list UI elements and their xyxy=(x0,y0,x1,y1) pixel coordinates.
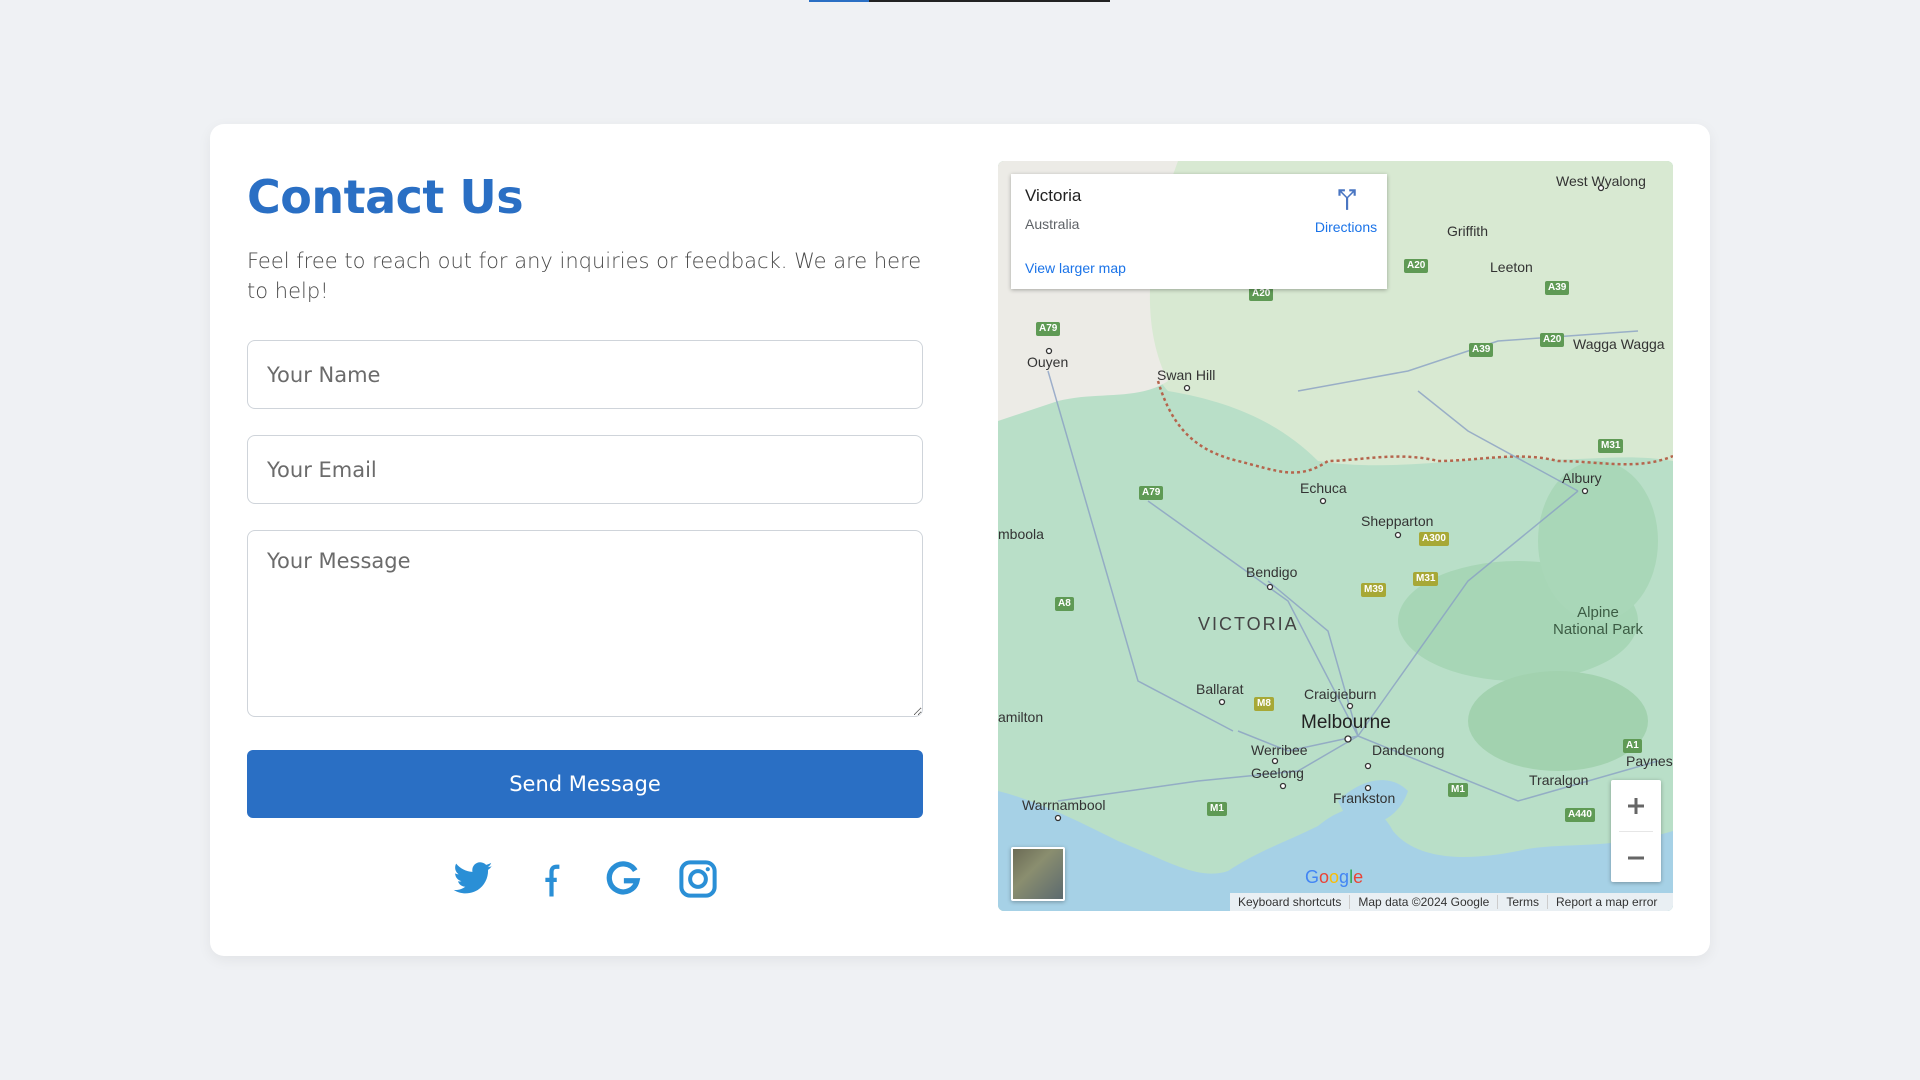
directions-icon xyxy=(1338,189,1356,210)
city-label: Griffith xyxy=(1447,223,1488,239)
road-shield: A20 xyxy=(1404,259,1429,273)
city-label: Albury xyxy=(1562,470,1602,486)
plus-icon xyxy=(1628,797,1644,814)
directions-label: Directions xyxy=(1314,219,1378,235)
city-label-melbourne: Melbourne xyxy=(1301,712,1391,733)
city-label: Bendigo xyxy=(1246,564,1298,580)
contact-card: Contact Us Feel free to reach out for an… xyxy=(210,124,1710,956)
region-label: VICTORIA xyxy=(1198,614,1299,634)
road-shield: A440 xyxy=(1565,808,1595,822)
city-label: Craigieburn xyxy=(1304,686,1377,702)
minus-icon xyxy=(1628,856,1644,859)
road-shield: M31 xyxy=(1413,572,1439,586)
map-place-region: Australia xyxy=(1025,216,1080,232)
road-shield: M1 xyxy=(1448,783,1468,797)
map-place-name: Victoria xyxy=(1025,186,1082,205)
city-label: Dandenong xyxy=(1372,742,1445,758)
city-label: Traralgon xyxy=(1529,772,1589,788)
page-title: Contact Us xyxy=(247,170,524,224)
zoom-in-button[interactable] xyxy=(1611,780,1661,831)
city-label: West Wyalong xyxy=(1556,173,1646,189)
twitter-icon[interactable] xyxy=(452,858,494,900)
city-label: Frankston xyxy=(1333,790,1396,806)
social-links xyxy=(247,858,923,900)
road-shield: M1 xyxy=(1207,802,1227,816)
road-shield: A1 xyxy=(1623,739,1642,753)
facebook-icon[interactable] xyxy=(527,858,569,900)
city-label: mboola xyxy=(998,526,1044,542)
city-label: Paynes xyxy=(1626,753,1673,769)
road-shield: A79 xyxy=(1036,322,1061,336)
view-larger-map-link[interactable]: View larger map xyxy=(1025,260,1126,276)
contact-form-section: Contact Us Feel free to reach out for an… xyxy=(247,174,923,900)
road-shield: M8 xyxy=(1254,697,1274,711)
city-label: Leeton xyxy=(1490,259,1533,275)
city-label: Shepparton xyxy=(1361,513,1434,529)
road-shield: M31 xyxy=(1598,439,1624,453)
city-label: Wagga Wagga xyxy=(1573,336,1665,352)
road-shield: A39 xyxy=(1469,343,1494,357)
city-label: Werribee xyxy=(1251,742,1308,758)
google-logo: Google xyxy=(1305,867,1364,887)
road-shield: M39 xyxy=(1361,583,1387,597)
report-map-error-link[interactable]: Report a map error xyxy=(1547,895,1665,909)
keyboard-shortcuts-link[interactable]: Keyboard shortcuts xyxy=(1230,895,1349,909)
google-icon[interactable] xyxy=(602,858,644,900)
city-label: Warrnambool xyxy=(1022,797,1106,813)
city-label: Geelong xyxy=(1251,765,1304,781)
top-progress-fill xyxy=(809,0,869,2)
city-label: Ouyen xyxy=(1027,354,1069,370)
road-shield: A20 xyxy=(1540,333,1565,347)
zoom-out-button[interactable] xyxy=(1611,832,1661,883)
road-shield: A8 xyxy=(1055,597,1074,611)
city-label: Echuca xyxy=(1300,480,1347,496)
city-label: amilton xyxy=(998,709,1044,725)
send-message-button[interactable]: Send Message xyxy=(247,750,923,818)
city-label: Swan Hill xyxy=(1157,367,1216,383)
city-label: Ballarat xyxy=(1196,681,1244,697)
road-shield: A39 xyxy=(1545,281,1570,295)
instagram-icon[interactable] xyxy=(677,858,719,900)
directions-button[interactable]: Directions xyxy=(1291,186,1401,235)
terms-link[interactable]: Terms xyxy=(1497,895,1547,909)
message-field[interactable] xyxy=(247,530,923,717)
top-progress-bar xyxy=(809,0,1110,2)
park-label: Alpine National Park xyxy=(1553,604,1644,638)
page-subtitle: Feel free to reach out for any inquiries… xyxy=(247,249,922,303)
map-data-text: Map data ©2024 Google xyxy=(1349,895,1497,909)
map-zoom-controls xyxy=(1611,780,1661,882)
map-satellite-toggle[interactable] xyxy=(1011,847,1065,901)
road-shield: A20 xyxy=(1249,287,1274,301)
map-info-card: Victoria Australia View larger map Direc… xyxy=(1011,174,1387,289)
email-field[interactable] xyxy=(247,435,923,504)
road-shield: A79 xyxy=(1139,486,1164,500)
embedded-map[interactable]: West Wyalong Griffith Leeton Wagga Wagga… xyxy=(998,161,1673,911)
name-field[interactable] xyxy=(247,340,923,409)
road-shield: A300 xyxy=(1419,532,1449,546)
map-attribution-bar: Keyboard shortcuts Map data ©2024 Google… xyxy=(1230,893,1673,911)
